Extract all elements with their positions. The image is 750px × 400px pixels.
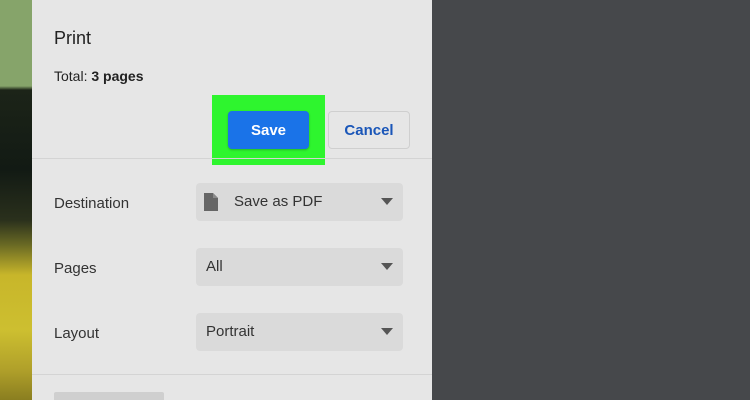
save-button[interactable]: Save [228,111,309,149]
total-label: Total: [54,68,92,84]
chevron-down-icon [381,328,393,335]
dialog-title: Print [54,28,92,48]
cancel-button[interactable]: Cancel [328,111,410,149]
header-divider [32,158,432,159]
pages-value: All [206,258,223,275]
more-settings-hint [54,392,164,400]
destination-select[interactable]: Save as PDF [196,183,403,221]
layout-value: Portrait [206,323,255,340]
pages-select[interactable]: All [196,248,403,286]
total-pages-value: 3 pages [91,68,144,84]
layout-select[interactable]: Portrait [196,313,403,351]
document-icon [204,193,218,211]
settings-divider [32,374,432,375]
chevron-down-icon [381,198,393,205]
destination-value: Save as PDF [234,193,323,210]
total-pages-summary: Total: 3 pages [54,68,144,84]
destination-label: Destination [54,195,130,212]
print-dialog-panel: Print Total: 3 pages Save Cancel Destina… [32,0,432,400]
pages-label: Pages [54,260,97,277]
chevron-down-icon [381,263,393,270]
background-photo [0,0,32,400]
print-preview-area [432,0,750,400]
screen: Print Total: 3 pages Save Cancel Destina… [0,0,750,400]
layout-label: Layout [54,325,100,342]
